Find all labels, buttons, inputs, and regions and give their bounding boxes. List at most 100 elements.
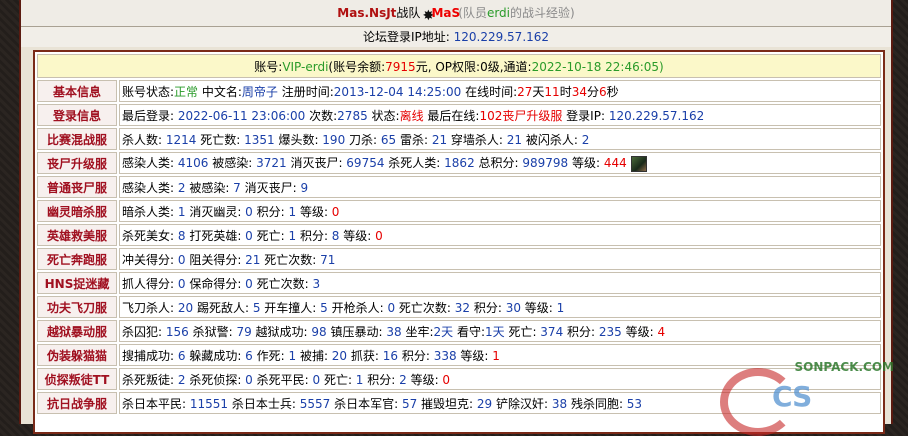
stat-label: 等级:: [339, 228, 372, 243]
row-label[interactable]: 抗日战争服: [37, 392, 117, 414]
row-label[interactable]: 侦探叛徒TT: [37, 368, 117, 390]
stat-value: 离线: [399, 108, 424, 123]
stat-value: 2013-12-04 14:25:00: [333, 84, 462, 99]
row-label[interactable]: 伪装躲猫猫: [37, 344, 117, 366]
stat-label: 感染人类:: [122, 180, 175, 195]
stat-value: 69754: [342, 156, 385, 171]
stat-label: 抓获:: [347, 348, 379, 363]
stat-value: 1天: [484, 324, 505, 339]
row-label[interactable]: HNS捉迷藏: [37, 272, 117, 294]
stat-value: 32: [450, 300, 471, 315]
stat-label: 抓人得分:: [122, 276, 175, 291]
stat-label: 积分:: [296, 228, 328, 243]
stat-value: 1: [284, 348, 297, 363]
stat-value: 38: [382, 324, 402, 339]
stat-label: 被感染:: [208, 156, 253, 171]
stat-label: 等级:: [520, 300, 553, 315]
stat-value: 周帝子: [241, 84, 278, 99]
balance-label: (账号余额:: [328, 59, 386, 74]
stat-label: 等级:: [406, 372, 439, 387]
stat-label: 杀日本士兵:: [228, 396, 296, 411]
stat-value: 1214: [162, 132, 197, 147]
stat-label: 铲除汉奸:: [492, 396, 549, 411]
stat-label: 杀死叛徒:: [122, 372, 175, 387]
stat-value: 2022-06-11 23:06:00: [174, 108, 306, 123]
stat-value: 338: [429, 348, 457, 363]
op-label: OP权限:: [435, 59, 481, 74]
stat-label: 被捕:: [296, 348, 328, 363]
stat-label: 在线时间:: [461, 84, 518, 99]
stat-label: 消灭丧尸:: [286, 156, 343, 171]
stat-value: 0: [308, 372, 321, 387]
channel-label: 通道:: [503, 59, 532, 74]
member-name[interactable]: erdi: [487, 6, 510, 20]
stat-value: 79: [232, 324, 252, 339]
stat-label: 踢死敌人:: [193, 300, 249, 315]
row-values: 感染人类: 2 被感染: 7 消灭丧尸: 9: [119, 176, 881, 198]
row-label[interactable]: 登录信息: [37, 104, 117, 126]
stat-label: 飞刀杀人:: [122, 300, 175, 315]
row-label[interactable]: 越狱暴动服: [37, 320, 117, 342]
stat-value: 1: [284, 228, 297, 243]
row-values: 杀人数: 1214 死亡数: 1351 爆头数: 190 刀杀: 65 雷杀: …: [119, 128, 881, 150]
stat-label: 被闪杀人:: [522, 132, 578, 147]
stat-value: 0: [241, 228, 253, 243]
team-tag-text: MaS: [431, 5, 461, 20]
stats-row: 幽灵暗杀服 暗杀人类: 1 消灭幽灵: 0 积分: 1 等级: 0: [37, 200, 881, 222]
balance-value: 7915: [385, 59, 416, 74]
op-level: 0级,: [480, 59, 504, 74]
stat-label: 死亡次数:: [252, 276, 309, 291]
stat-label: 杀死人类:: [384, 156, 441, 171]
stat-value: 4106: [174, 156, 209, 171]
stat-value: 9: [296, 180, 309, 195]
member-prefix: (队员: [458, 6, 487, 20]
row-values: 杀囚犯: 156 杀狱警: 79 越狱成功: 98 镇压暴动: 38 坐牢:2天…: [119, 320, 881, 342]
stats-row: HNS捉迷藏 抓人得分: 0 保命得分: 0 死亡次数: 3: [37, 272, 881, 294]
account-summary: 账号:VIP-erdi(账号余额:7915元, OP权限:0级,通道:2022-…: [37, 54, 881, 78]
stat-value: 20: [174, 300, 194, 315]
row-values: 最后登录: 2022-06-11 23:06:00 次数:2785 状态:离线 …: [119, 104, 881, 126]
stat-label: 看守:: [453, 324, 485, 339]
watermark-logo: CS: [772, 380, 812, 413]
stat-value: 2: [395, 372, 407, 387]
stat-value: 29: [473, 396, 493, 411]
stat-value: 53: [622, 396, 643, 411]
stat-label: 等级:: [296, 204, 328, 219]
stat-value: 0: [174, 276, 186, 291]
stat-value: 2785: [337, 108, 368, 123]
stat-value: 0: [241, 276, 253, 291]
stat-label: 感染人类:: [122, 156, 175, 171]
stat-label: 杀人数:: [122, 132, 163, 147]
stat-value: 2: [174, 180, 186, 195]
stat-label: 最后登录:: [122, 108, 175, 123]
row-label[interactable]: 丧尸升级服: [37, 152, 117, 174]
stat-label: 总积分:: [474, 156, 519, 171]
stat-label: 时: [559, 84, 572, 99]
row-label[interactable]: 比赛混战服: [37, 128, 117, 150]
stats-row: 越狱暴动服 杀囚犯: 156 杀狱警: 79 越狱成功: 98 镇压暴动: 38 …: [37, 320, 881, 342]
stat-value: 16: [378, 348, 399, 363]
row-values: 冲关得分: 0 阻关得分: 21 死亡次数: 71: [119, 248, 881, 270]
stat-value: 98: [307, 324, 327, 339]
row-label[interactable]: 英雄救美服: [37, 224, 117, 246]
stat-label: 杀日本军官:: [330, 396, 399, 411]
row-label[interactable]: 功夫飞刀服: [37, 296, 117, 318]
stat-label: 等级:: [568, 156, 601, 171]
team-name[interactable]: Mas.NsJt: [337, 6, 396, 20]
stats-row: 比赛混战服 杀人数: 1214 死亡数: 1351 爆头数: 190 刀杀: 65…: [37, 128, 881, 150]
stat-label: 杀死美女:: [122, 228, 175, 243]
row-label[interactable]: 死亡奔跑服: [37, 248, 117, 270]
stat-value: 8: [174, 228, 186, 243]
stat-value: 8: [327, 228, 340, 243]
stat-value: 65: [377, 132, 397, 147]
stat-value: 1: [284, 204, 297, 219]
row-values: 感染人类: 4106 被感染: 3721 消灭丧尸: 69754 杀死人类: 1…: [119, 152, 881, 174]
stat-value: 2: [577, 132, 590, 147]
stats-row: 普通丧尸服 感染人类: 2 被感染: 7 消灭丧尸: 9: [37, 176, 881, 198]
stat-value: 27: [517, 84, 533, 99]
row-label[interactable]: 基本信息: [37, 80, 117, 102]
row-label[interactable]: 幽灵暗杀服: [37, 200, 117, 222]
stat-label: 登录IP:: [562, 108, 605, 123]
row-label[interactable]: 普通丧尸服: [37, 176, 117, 198]
stat-value: 120.229.57.162: [605, 108, 705, 123]
